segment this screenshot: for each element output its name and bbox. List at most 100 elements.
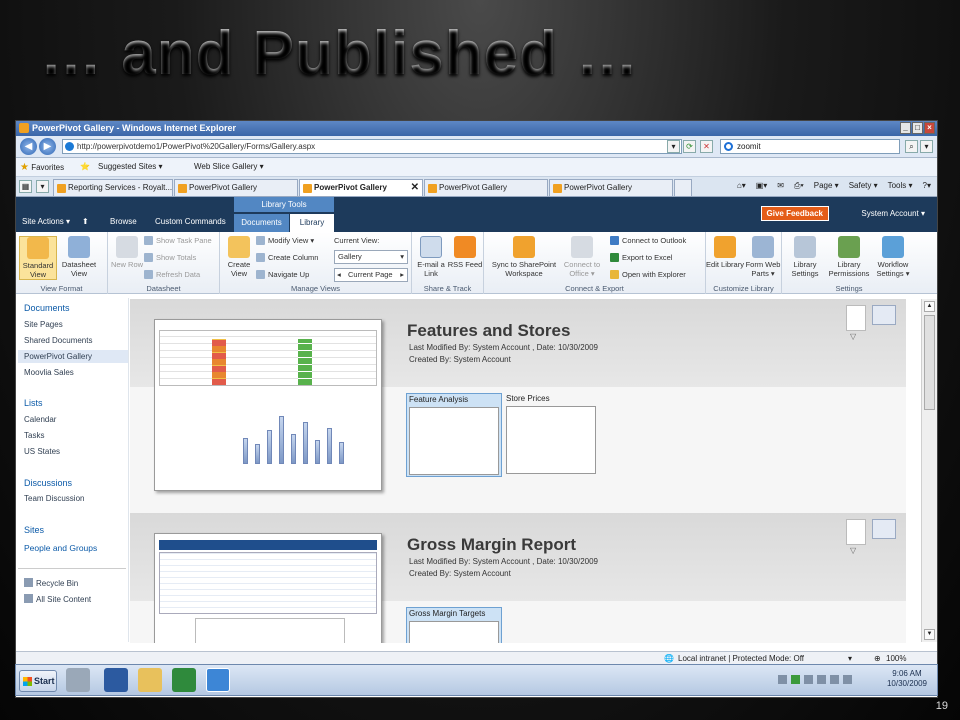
form-web-parts-button[interactable]: Form Web Parts ▾ [744, 236, 782, 278]
rss-feed-button[interactable]: RSS Feed [446, 236, 484, 269]
sheet-thumbnail[interactable]: Gross Margin Targets [406, 607, 502, 643]
nav-item-team-discussion[interactable]: Team Discussion [24, 494, 84, 503]
safety-menu[interactable]: Safety ▾ [849, 181, 878, 191]
workbook-title[interactable]: Gross Margin Report [407, 535, 576, 555]
manage-data-refresh-icon[interactable] [872, 305, 896, 325]
scroll-thumb[interactable] [924, 315, 935, 410]
suggested-sites-link[interactable]: Suggested Sites ▾ [98, 162, 163, 171]
give-feedback-button[interactable]: Give Feedback [760, 206, 829, 221]
tray-icon[interactable] [817, 675, 826, 684]
nav-heading-documents[interactable]: Documents [24, 303, 70, 313]
nav-item-site-pages[interactable]: Site Pages [24, 320, 63, 329]
manage-data-refresh-icon[interactable] [872, 519, 896, 539]
create-column-button[interactable]: Create Column [256, 253, 318, 262]
workbook-thumbnail[interactable] [154, 533, 382, 643]
security-zone[interactable]: Local intranet | Protected Mode: Off [678, 654, 804, 663]
navigate-up-button[interactable]: Navigate Up [256, 270, 309, 279]
close-tab-icon[interactable]: ✕ [411, 180, 419, 196]
tab-library[interactable]: Library [290, 214, 334, 232]
prev-page-icon[interactable]: ◂ [337, 269, 341, 281]
new-tab-button[interactable] [674, 179, 692, 196]
nav-heading-lists[interactable]: Lists [24, 398, 43, 408]
vertical-scrollbar[interactable]: ▲ ▼ [921, 299, 937, 642]
nav-item-powerpivot-gallery[interactable]: PowerPivot Gallery [18, 350, 128, 363]
tab-documents[interactable]: Documents [234, 214, 289, 232]
zoom-level[interactable]: 100% [886, 654, 906, 663]
search-options-icon[interactable]: ▾ [920, 140, 933, 153]
url-dropdown-icon[interactable]: ▾ [667, 140, 680, 153]
scroll-down-icon[interactable]: ▼ [924, 629, 935, 640]
workflow-settings-button[interactable]: Workflow Settings ▾ [872, 236, 914, 278]
tab-powerpivot-4[interactable]: PowerPivot Gallery [549, 179, 673, 196]
chevron-down-icon[interactable]: ▽ [850, 332, 856, 341]
current-page-nav[interactable]: ◂ Current Page ▸ [334, 268, 408, 282]
add-favorite-icon[interactable]: ⭐ [80, 162, 90, 171]
nav-item-all-site-content[interactable]: All Site Content [24, 594, 91, 604]
show-totals-button[interactable]: Show Totals [144, 253, 196, 262]
explorer-icon[interactable] [138, 668, 162, 692]
open-explorer-button[interactable]: Open with Explorer [610, 270, 686, 279]
library-permissions-button[interactable]: Library Permissions [828, 236, 870, 278]
chevron-down-icon[interactable]: ▽ [850, 546, 856, 555]
current-view-select[interactable]: Gallery ▾ [334, 250, 408, 264]
connect-office-button[interactable]: Connect to Office ▾ [560, 236, 604, 278]
nav-heading-people-groups[interactable]: People and Groups [24, 543, 97, 553]
volume-icon[interactable] [843, 675, 852, 684]
home-icon[interactable]: ⌂▾ [737, 181, 746, 191]
connect-outlook-button[interactable]: Connect to Outlook [610, 236, 686, 245]
export-excel-button[interactable]: Export to Excel [610, 253, 672, 262]
tab-powerpivot-3[interactable]: PowerPivot Gallery [424, 179, 548, 196]
favorites-button[interactable]: ★ Favorites [20, 162, 64, 173]
workbook-thumbnail[interactable] [154, 319, 382, 491]
edit-library-button[interactable]: Edit Library [706, 236, 744, 269]
nav-item-calendar[interactable]: Calendar [24, 415, 56, 424]
url-field[interactable]: http://powerpivotdemo1/PowerPivot%20Gall… [62, 139, 682, 154]
window-titlebar[interactable]: PowerPivot Gallery - Windows Internet Ex… [16, 121, 937, 136]
nav-item-us-states[interactable]: US States [24, 447, 60, 456]
tray-icon[interactable] [791, 675, 800, 684]
server-manager-icon[interactable] [66, 668, 90, 692]
tab-browse[interactable]: Browse [110, 217, 137, 226]
start-button[interactable]: Start [19, 670, 57, 692]
nav-item-moovlia-sales[interactable]: Moovlia Sales [24, 368, 74, 377]
nav-item-tasks[interactable]: Tasks [24, 431, 44, 440]
web-slice-gallery-link[interactable]: Web Slice Gallery ▾ [194, 162, 264, 171]
create-view-button[interactable]: Create View [220, 236, 258, 278]
forward-icon[interactable]: ▶ [39, 138, 56, 155]
print-icon[interactable]: ⎙▾ [794, 181, 804, 191]
search-icon[interactable]: ⌕ [905, 140, 918, 153]
email-link-button[interactable]: E-mail a Link [412, 236, 450, 278]
stop-icon[interactable]: ✕ [700, 140, 713, 153]
tab-list-icon[interactable]: ▾ [36, 180, 49, 193]
mail-icon[interactable]: ✉ [777, 181, 784, 191]
navigate-up-icon[interactable]: ⬆ [82, 217, 89, 226]
help-icon[interactable]: ?▾ [923, 181, 931, 191]
search-input[interactable]: zoomit [720, 139, 900, 154]
tab-custom-commands[interactable]: Custom Commands [155, 217, 226, 226]
tools-menu[interactable]: Tools ▾ [888, 181, 913, 191]
tray-icon[interactable] [804, 675, 813, 684]
powershell-icon[interactable] [104, 668, 128, 692]
tab-powerpivot-active[interactable]: PowerPivot Gallery ✕ [299, 179, 423, 196]
quick-tabs-icon[interactable]: ▦ [19, 180, 32, 193]
refresh-icon[interactable]: ⟳ [683, 140, 696, 153]
tab-reporting-services[interactable]: Reporting Services - Royalt... [53, 179, 173, 196]
new-row-button[interactable]: New Row [108, 236, 146, 269]
nav-heading-discussions[interactable]: Discussions [24, 478, 72, 488]
tab-powerpivot-1[interactable]: PowerPivot Gallery [174, 179, 298, 196]
back-icon[interactable]: ◀ [20, 138, 37, 155]
nav-heading-sites[interactable]: Sites [24, 525, 44, 535]
nav-item-recycle-bin[interactable]: Recycle Bin [24, 578, 78, 588]
internet-explorer-icon[interactable] [206, 668, 230, 692]
page-menu[interactable]: Page ▾ [814, 181, 839, 191]
show-task-pane-button[interactable]: Show Task Pane [144, 236, 212, 245]
scroll-up-icon[interactable]: ▲ [924, 301, 935, 312]
datasheet-view-button[interactable]: Datasheet View [60, 236, 98, 278]
sync-workspace-button[interactable]: Sync to SharePoint Workspace [490, 236, 558, 278]
sheet-thumbnail[interactable]: Store Prices [504, 393, 600, 477]
network-icon[interactable] [830, 675, 839, 684]
library-settings-button[interactable]: Library Settings [786, 236, 824, 278]
site-actions-menu[interactable]: Site Actions ▾ [22, 217, 70, 226]
workbook-title[interactable]: Features and Stores [407, 321, 570, 341]
clock[interactable]: 9:06 AM 10/30/2009 [887, 669, 927, 689]
